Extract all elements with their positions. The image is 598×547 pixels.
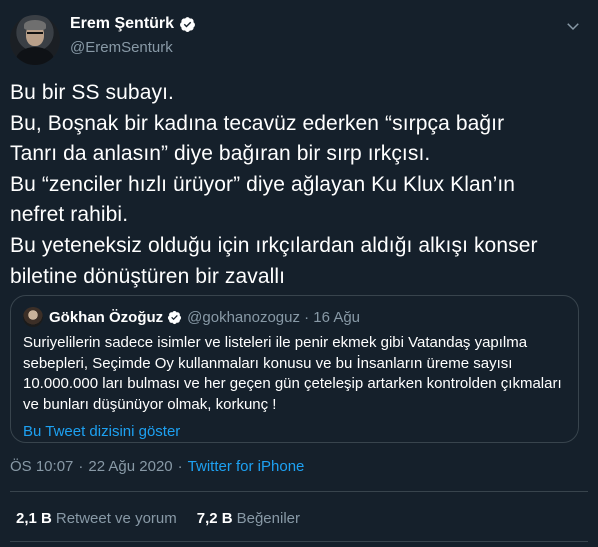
quoted-tweet[interactable]: Gökhan Özoğuz @gokhanozoguz · 16 Ağu Sur… <box>10 295 579 443</box>
quoted-line: Suriyelilerin sadece isimler ve listeler… <box>23 334 528 351</box>
quoted-line: 10.000.000 ları bulması ve her geçen gün… <box>23 375 562 392</box>
tweet-meta: ÖS 10:07 · 22 Ağu 2020 · Twitter for iPh… <box>10 458 304 475</box>
tweet-time[interactable]: ÖS 10:07 <box>10 458 73 475</box>
tweet-source-link[interactable]: Twitter for iPhone <box>188 458 305 475</box>
verified-badge-icon <box>180 16 195 32</box>
author-name[interactable]: Erem Şentürk <box>70 15 174 33</box>
divider <box>10 491 588 492</box>
quoted-tweet-header: Gökhan Özoğuz @gokhanozoguz · 16 Ağu <box>23 306 566 328</box>
tweet-stats: 2,1 B Retweet ve yorum 7,2 B Beğeniler <box>16 510 320 527</box>
tweet-line: Tanrı da anlasın” diye bağıran bir sırp … <box>10 142 431 166</box>
tweet-line: biletine dönüştüren bir zavallı <box>10 264 286 288</box>
meta-separator: · <box>78 458 84 475</box>
likes-label: Beğeniler <box>236 510 300 527</box>
author-name-row[interactable]: Erem Şentürk <box>70 15 196 33</box>
quoted-author-name: Gökhan Özoğuz <box>49 308 164 326</box>
tweet-line: Bu yeteneksiz olduğu için ırkçılardan al… <box>10 233 538 257</box>
show-thread-link[interactable]: Bu Tweet dizisini göster <box>23 423 566 440</box>
meta-separator: · <box>177 458 183 475</box>
quoted-author-avatar <box>23 307 43 327</box>
quoted-tweet-meta: @gokhanozoguz · 16 Ağu <box>187 308 361 326</box>
quoted-line: sebepleri, Seçimde Oy kullanmaları konus… <box>23 354 513 372</box>
tweet-text: Bu bir SS subayı. Bu, Boşnak bir kadına … <box>10 78 590 292</box>
tweet-date[interactable]: 22 Ağu 2020 <box>88 458 172 475</box>
tweet-line: Bu, Boşnak bir kadına tecavüz ederken “s… <box>10 111 505 135</box>
retweets-count: 2,1 B <box>16 510 52 527</box>
verified-badge-icon <box>168 310 182 324</box>
tweet-header: Erem Şentürk @EremSenturk <box>10 9 584 65</box>
likes-count: 7,2 B <box>196 510 233 527</box>
retweets-label: Retweet ve yorum <box>55 510 177 527</box>
author-avatar[interactable] <box>10 15 60 65</box>
quoted-tweet-text: Suriyelilerin sadece isimler ve listeler… <box>23 333 566 415</box>
chevron-down-icon[interactable] <box>564 17 582 35</box>
author-handle[interactable]: @EremSenturk <box>70 39 173 56</box>
retweets-stat[interactable]: 2,1 B Retweet ve yorum <box>16 510 177 527</box>
tweet-line: nefret rahibi. <box>10 203 129 227</box>
likes-stat[interactable]: 7,2 B Beğeniler <box>197 510 300 527</box>
quoted-line: ve bunları düşünüyor olmak, korkunç ! <box>23 395 277 413</box>
tweet-line: Bu “zenciler hızlı ürüyor” diye ağlayan … <box>10 172 516 196</box>
tweet-line: Bu bir SS subayı. <box>10 81 174 104</box>
divider <box>10 541 588 542</box>
